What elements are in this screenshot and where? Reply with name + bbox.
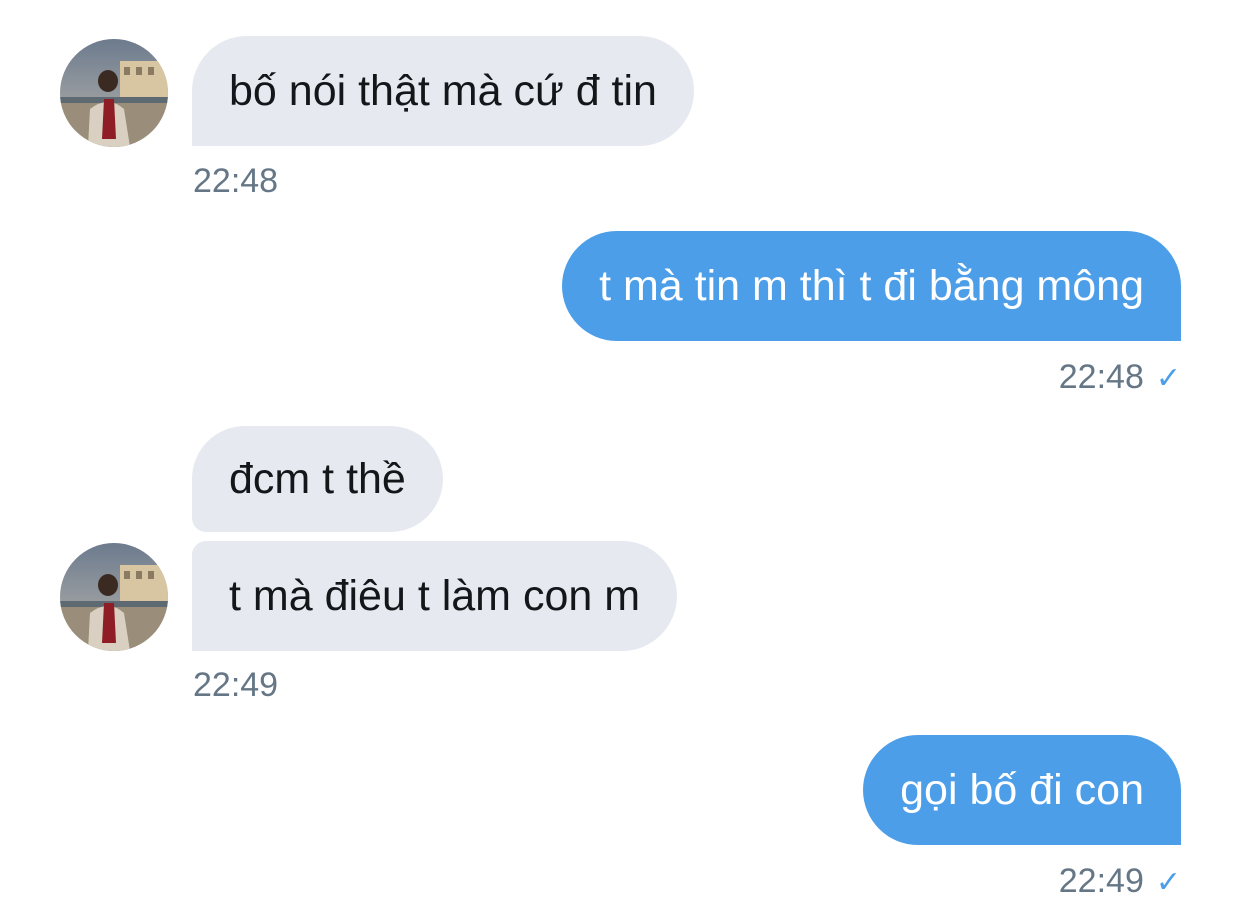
message-timestamp: 22:48 [1058,358,1144,396]
contact-avatar[interactable] [60,39,168,147]
message-timestamp: 22:49 [193,666,279,704]
check-icon: ✓ [1155,866,1181,899]
message-bubble-incoming[interactable]: t mà điêu t làm con m [192,541,678,651]
message-bubble-outgoing[interactable]: gọi bố đi con [863,735,1181,845]
message-timestamp: 22:48 [193,162,279,200]
message-bubble-outgoing[interactable]: t mà tin m thì t đi bằng mông [562,231,1181,341]
check-icon: ✓ [1155,362,1181,395]
message-timestamp-row: 22:48 ✓ [1059,357,1181,399]
message-timestamp: 22:49 [1058,862,1144,900]
contact-avatar[interactable] [60,543,168,651]
message-bubble-incoming[interactable]: đcm t thề [192,426,443,532]
message-timestamp-row: 22:49 ✓ [1059,861,1181,903]
message-bubble-incoming[interactable]: bố nói thật mà cứ đ tin [192,36,694,146]
